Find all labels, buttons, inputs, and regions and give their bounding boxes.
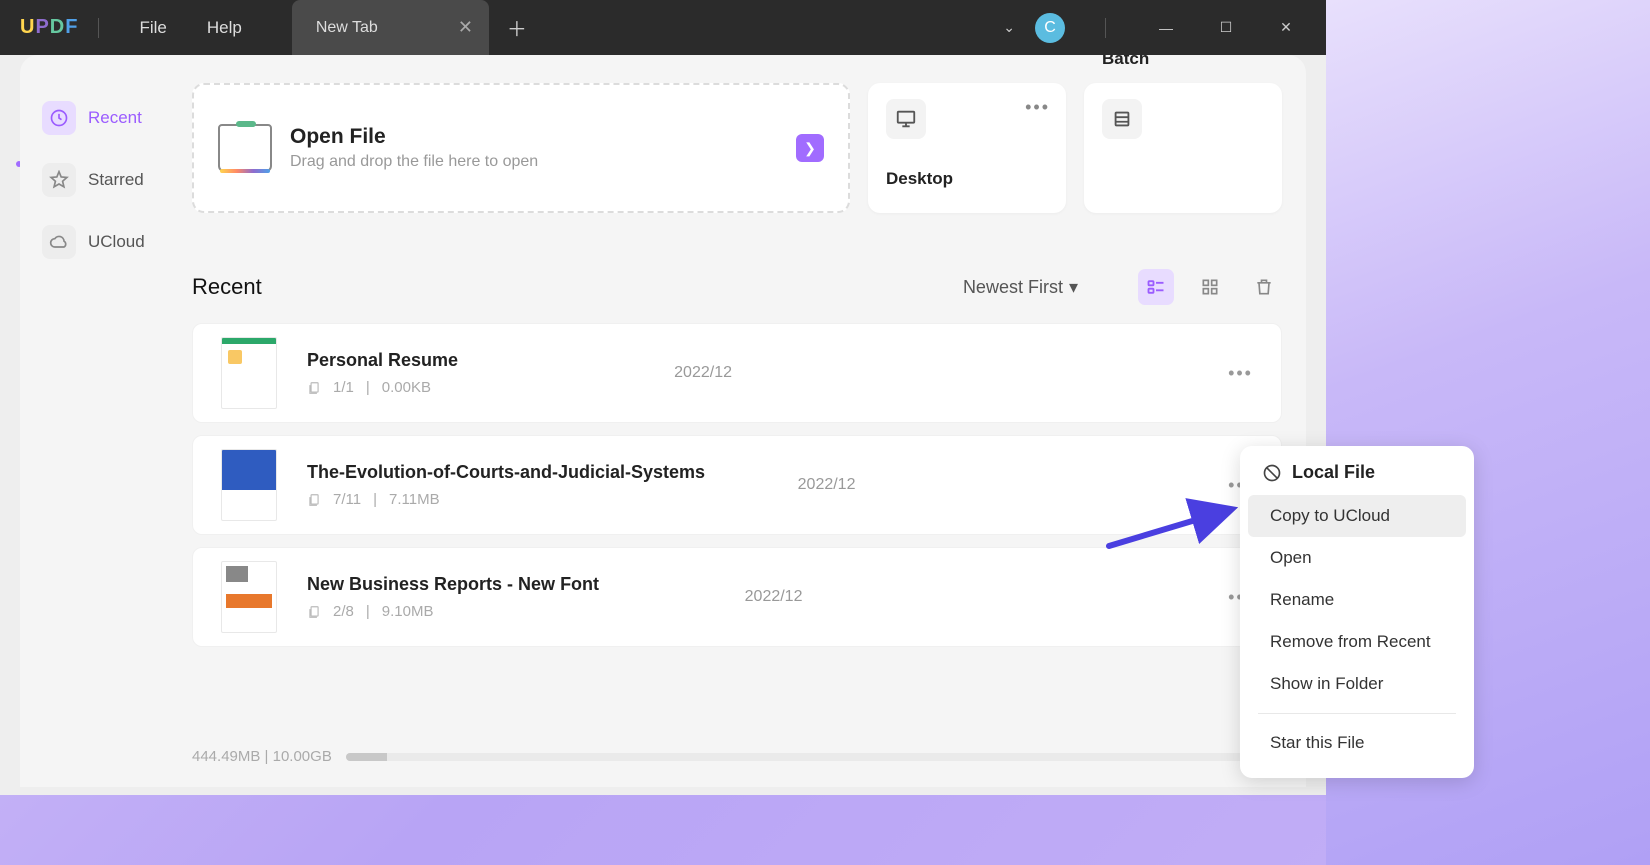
pages-icon — [307, 381, 321, 395]
file-row[interactable]: Personal Resume 1/1 | 0.00KB 2022/12 ••• — [192, 323, 1282, 423]
caret-down-icon: ▾ — [1069, 277, 1078, 298]
desktop-label: Desktop — [886, 169, 1048, 189]
monitor-icon — [886, 99, 926, 139]
file-pages: 2/8 — [333, 603, 354, 620]
file-thumbnail — [221, 561, 277, 633]
desktop-card[interactable]: ••• Desktop — [868, 83, 1066, 213]
cm-open[interactable]: Open — [1248, 537, 1466, 579]
file-more-icon[interactable]: ••• — [1228, 363, 1253, 384]
cm-show-in-folder[interactable]: Show in Folder — [1248, 663, 1466, 705]
file-pages: 7/11 — [333, 491, 361, 508]
titlebar: UPDF File Help New Tab ✕ ＋ ⌄ C — ☐ ✕ — [0, 0, 1326, 55]
cm-remove-from-recent[interactable]: Remove from Recent — [1248, 621, 1466, 663]
folder-icon — [218, 124, 272, 172]
file-date: 2022/12 — [745, 588, 803, 606]
sidebar-item-recent[interactable]: Recent — [28, 93, 160, 143]
view-list-icon[interactable] — [1138, 269, 1174, 305]
card-more-icon[interactable]: ••• — [1025, 97, 1050, 118]
file-name: The-Evolution-of-Courts-and-Judicial-Sys… — [307, 462, 705, 483]
sidebar-item-label: UCloud — [88, 232, 145, 252]
trash-icon[interactable] — [1246, 269, 1282, 305]
menu-file[interactable]: File — [119, 18, 186, 38]
sidebar-item-label: Starred — [88, 170, 144, 190]
cm-star-this-file[interactable]: Star this File — [1248, 722, 1466, 764]
file-date: 2022/12 — [674, 364, 732, 382]
instructional-arrow — [1104, 496, 1244, 556]
file-thumbnail — [221, 449, 277, 521]
file-date: 2022/12 — [798, 476, 856, 494]
open-file-subtitle: Drag and drop the file here to open — [290, 153, 538, 171]
open-file-title: Open File — [290, 125, 538, 149]
batch-card[interactable]: Batch — [1084, 83, 1282, 213]
sidebar-item-ucloud[interactable]: UCloud — [28, 217, 160, 267]
file-thumbnail — [221, 337, 277, 409]
list-header-title: Recent — [192, 274, 262, 300]
window-minimize-icon[interactable]: — — [1146, 20, 1186, 36]
pages-icon — [307, 493, 321, 507]
pages-icon — [307, 605, 321, 619]
window-close-icon[interactable]: ✕ — [1266, 19, 1306, 36]
tab-close-icon[interactable]: ✕ — [458, 17, 473, 38]
file-size: 7.11MB — [389, 491, 440, 508]
avatar[interactable]: C — [1035, 13, 1065, 43]
file-name: Personal Resume — [307, 350, 458, 371]
open-arrow-icon[interactable]: ❯ — [796, 134, 824, 162]
clock-icon — [42, 101, 76, 135]
sidebar-item-starred[interactable]: Starred — [28, 155, 160, 205]
file-row[interactable]: New Business Reports - New Font 2/8 | 9.… — [192, 547, 1282, 647]
file-size: 9.10MB — [382, 603, 434, 620]
file-name: New Business Reports - New Font — [307, 574, 599, 595]
context-menu: Local File Copy to UCloud Open Rename Re… — [1240, 446, 1474, 778]
cm-rename[interactable]: Rename — [1248, 579, 1466, 621]
tab-add-icon[interactable]: ＋ — [507, 13, 527, 42]
stack-icon — [1102, 99, 1142, 139]
chevron-down-icon[interactable]: ⌄ — [1003, 19, 1015, 36]
sidebar: Recent Starred UCloud — [20, 55, 168, 787]
sidebar-item-label: Recent — [88, 108, 142, 128]
sort-dropdown[interactable]: Newest First ▾ — [963, 277, 1078, 298]
cloud-icon — [42, 225, 76, 259]
tab-title: New Tab — [316, 19, 378, 37]
app-window: UPDF File Help New Tab ✕ ＋ ⌄ C — ☐ ✕ — [0, 0, 1326, 795]
storage-text: 444.49MB | 10.00GB — [192, 748, 332, 765]
storage-track — [346, 753, 1282, 761]
batch-label: Batch — [1102, 55, 1264, 69]
app-logo: UPDF — [20, 16, 78, 39]
nosync-icon — [1262, 463, 1282, 483]
context-menu-header: Local File — [1292, 462, 1375, 483]
file-pages: 1/1 — [333, 379, 354, 396]
tab-new[interactable]: New Tab ✕ — [292, 0, 489, 55]
window-maximize-icon[interactable]: ☐ — [1206, 19, 1246, 36]
open-file-card[interactable]: Open File Drag and drop the file here to… — [192, 83, 850, 213]
view-grid-icon[interactable] — [1192, 269, 1228, 305]
star-icon — [42, 163, 76, 197]
file-size: 0.00KB — [382, 379, 431, 396]
menu-help[interactable]: Help — [187, 18, 262, 38]
cm-copy-to-ucloud[interactable]: Copy to UCloud — [1248, 495, 1466, 537]
